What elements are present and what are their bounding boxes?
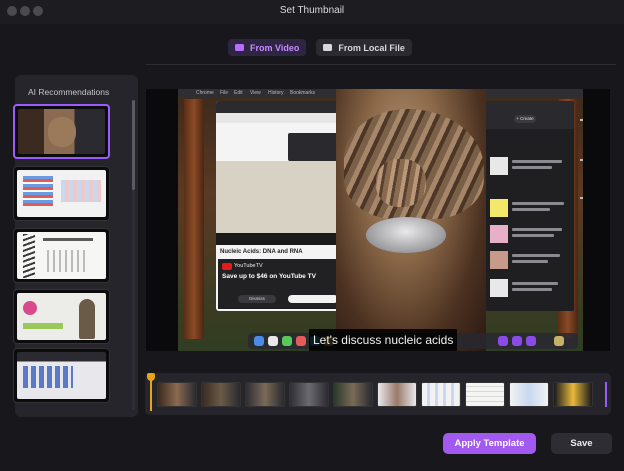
youtube-logo-icon	[222, 263, 232, 270]
video-list-item	[490, 157, 570, 177]
timeline-frame[interactable]	[465, 382, 505, 407]
video-area	[216, 161, 346, 233]
create-label: + Create	[514, 115, 536, 123]
tab-from-local-file[interactable]: From Local File	[316, 39, 412, 56]
video-list-item	[490, 279, 570, 299]
tab-label: From Video	[250, 42, 300, 53]
browser-url-bar	[216, 113, 346, 123]
youtube-tv-promo: YouTubeTV Save up to $46 on YouTube TV D…	[218, 259, 344, 309]
browser-window: Nucleic Acids: DNA and RNA YouTubeTV Sav…	[216, 101, 346, 311]
tab-from-video[interactable]: From Video	[228, 39, 307, 56]
tab-label: From Local File	[338, 42, 405, 53]
timeline-frame[interactable]	[333, 382, 373, 407]
video-icon	[235, 44, 244, 51]
preview-frame: Chrome File Edit View History Bookmarks Nucle…	[178, 89, 583, 351]
video-list-item	[490, 199, 570, 219]
video-title: Nucleic Acids: DNA and RNA	[220, 249, 303, 255]
divider	[146, 64, 616, 65]
cat-photo	[336, 89, 486, 351]
timeline-frame[interactable]	[509, 382, 549, 407]
video-list-item	[490, 225, 570, 245]
scrollbar-thumb[interactable]	[132, 100, 135, 190]
recommendation-thumbnail-1[interactable]	[13, 104, 110, 159]
frame-timeline[interactable]	[145, 373, 611, 415]
recommendation-thumbnail-2[interactable]	[13, 166, 110, 221]
title-bar: Set Thumbnail	[0, 0, 624, 24]
playhead-handle[interactable]	[147, 373, 155, 381]
timeline-frame[interactable]	[157, 382, 197, 407]
thumbnail-preview: Chrome File Edit View History Bookmarks Nucle…	[146, 89, 610, 351]
timeline-frame[interactable]	[377, 382, 417, 407]
timeline-end-marker	[605, 382, 607, 407]
recommendation-thumbnail-5[interactable]	[13, 348, 110, 403]
subtitle-caption: Let's discuss nucleic acids	[309, 329, 458, 351]
window-title: Set Thumbnail	[279, 5, 345, 16]
source-tabs: From Video From Local File	[228, 39, 412, 57]
cat-head	[376, 159, 426, 207]
file-icon	[323, 44, 333, 51]
recommendation-thumbnail-3[interactable]	[13, 228, 110, 283]
promo-cta	[288, 295, 338, 303]
save-button[interactable]: Save	[551, 433, 612, 454]
panel-title: AI Recommendations	[28, 87, 110, 97]
promo-dismiss: Dismiss	[238, 295, 276, 303]
desktop-icons	[580, 97, 583, 217]
promo-text: Save up to $46 on YouTube TV	[222, 273, 316, 280]
video-list-item	[490, 251, 570, 271]
youtube-window: + Create	[486, 101, 574, 311]
recommendation-thumbnail-4[interactable]	[13, 289, 110, 344]
timeline-frame[interactable]	[553, 382, 593, 407]
timeline-frame[interactable]	[245, 382, 285, 407]
browser-tabbar	[216, 101, 346, 113]
timeline-frame[interactable]	[289, 382, 329, 407]
video-controls	[216, 233, 346, 245]
timeline-frame[interactable]	[421, 382, 461, 407]
timeline-frame[interactable]	[201, 382, 241, 407]
promo-brand: YouTubeTV	[234, 263, 263, 269]
background-tree	[184, 99, 204, 339]
bowl	[366, 217, 446, 253]
apply-template-button[interactable]: Apply Template	[443, 433, 536, 454]
